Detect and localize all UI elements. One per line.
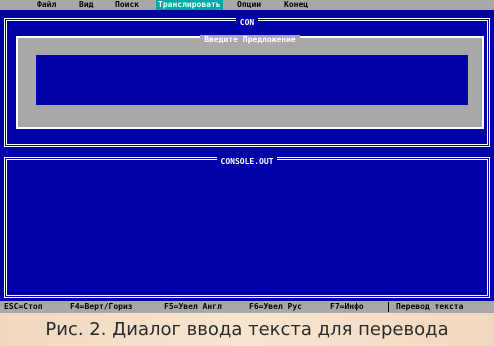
menu-file[interactable]: Файл	[35, 0, 58, 10]
menu-view[interactable]: Вид	[77, 0, 95, 10]
sentence-input[interactable]	[36, 55, 468, 105]
status-separator	[388, 302, 389, 312]
status-f4-orientation[interactable]: F4=Верт/Гориз	[70, 301, 133, 313]
menu-options[interactable]: Опции	[235, 0, 263, 10]
figure-caption: Рис. 2. Диалог ввода текста для перевода	[0, 313, 494, 346]
input-dialog: Введите Предложение	[16, 35, 484, 129]
status-esc-stop[interactable]: ESC=Стоп	[4, 301, 43, 313]
menu-bar: Файл Вид Поиск Транслировать Опции Конец	[0, 0, 494, 10]
status-mode-label: Перевод текста	[396, 302, 464, 311]
status-f6-zoom-russian[interactable]: F6=Увел Рус	[249, 301, 302, 313]
dos-screen: Файл Вид Поиск Транслировать Опции Конец…	[0, 0, 494, 313]
console-out-panel: CONSOLE.OUT	[4, 157, 490, 298]
menu-search[interactable]: Поиск	[113, 0, 141, 10]
status-f5-zoom-english[interactable]: F5=Увел Англ	[164, 301, 222, 313]
console-out-title: CONSOLE.OUT	[216, 157, 278, 166]
con-panel-title: CON	[235, 18, 259, 27]
status-bar: ESC=Стоп F4=Верт/Гориз F5=Увел Англ F6=У…	[0, 301, 494, 313]
menu-exit[interactable]: Конец	[282, 0, 310, 10]
menu-translate[interactable]: Транслировать	[156, 0, 223, 10]
status-f7-info[interactable]: F7=Инфо	[330, 301, 364, 313]
dialog-title: Введите Предложение	[200, 35, 300, 44]
